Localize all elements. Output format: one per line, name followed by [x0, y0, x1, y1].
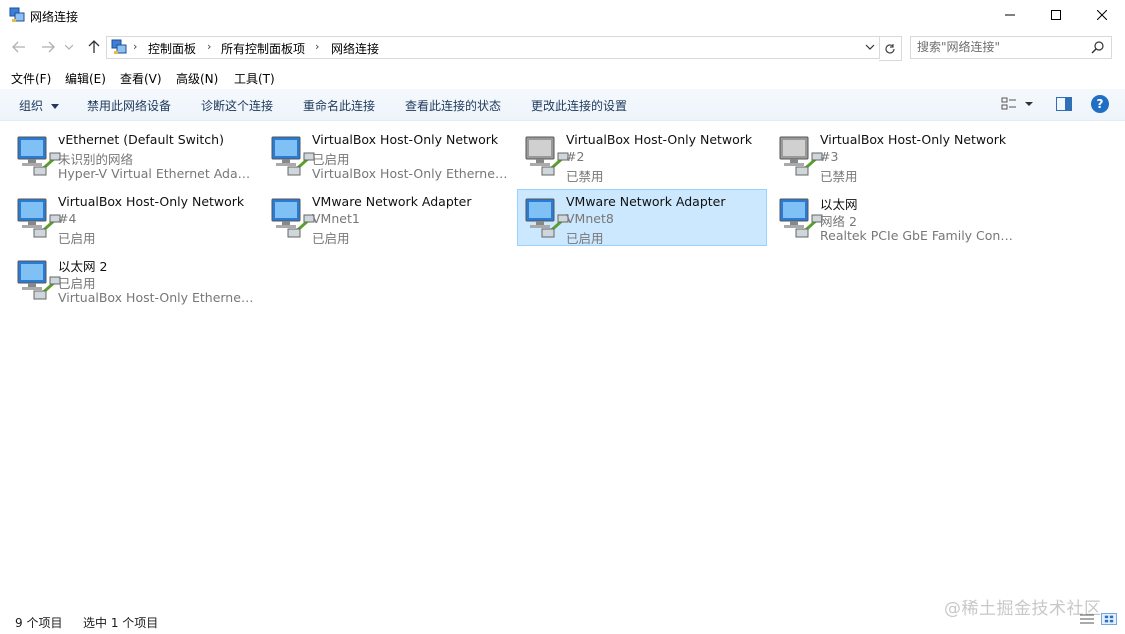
- connection-device: 已启用: [312, 231, 350, 246]
- diagnose-button[interactable]: 诊断这个连接: [201, 97, 273, 114]
- details-view-icon[interactable]: [1079, 613, 1095, 625]
- chevron-down-icon: [65, 44, 73, 50]
- connection-status: VMnet1: [312, 211, 360, 226]
- view-dropdown-icon[interactable]: [1024, 99, 1034, 109]
- breadcrumb-separator-icon: ›: [315, 40, 320, 53]
- control-panel-icon: [111, 39, 127, 54]
- connection-status: #4: [58, 211, 77, 226]
- connection-item[interactable]: VirtualBox Host-Only Network 已启用 VirtualBo…: [263, 127, 513, 184]
- menu-view[interactable]: 查看(V): [120, 70, 162, 87]
- disable-device-button[interactable]: 禁用此网络设备: [87, 97, 171, 114]
- network-adapter-icon: [271, 136, 315, 176]
- maximize-icon: [1051, 10, 1061, 20]
- connection-status: #2: [566, 149, 585, 164]
- network-adapter-disabled-icon: [779, 136, 823, 176]
- navigation-bar: › 控制面板 › 所有控制面板项 › 网络连接: [0, 33, 1125, 61]
- connection-device: VirtualBox Host-Only Ethernet ...: [58, 290, 254, 305]
- address-dropdown-icon[interactable]: [863, 40, 877, 54]
- network-adapter-disabled-icon: [525, 136, 569, 176]
- change-settings-button[interactable]: 更改此连接的设置: [531, 97, 627, 114]
- network-connections-icon: [9, 7, 25, 22]
- title-bar[interactable]: 网络连接: [0, 0, 1125, 32]
- network-adapter-icon: [17, 260, 61, 300]
- connection-status: #3: [820, 149, 839, 164]
- close-button[interactable]: [1079, 0, 1125, 30]
- rename-button[interactable]: 重命名此连接: [303, 97, 375, 114]
- organize-button[interactable]: 组织: [19, 97, 59, 114]
- forward-button[interactable]: [38, 37, 58, 57]
- connection-item[interactable]: VirtualBox Host-Only Network #4 已启用: [9, 189, 259, 246]
- connection-item[interactable]: VMware Network Adapter VMnet8 已启用: [517, 189, 767, 246]
- connections-view: vEthernet (Default Switch) 未识别的网络 Hyper-V …: [0, 121, 1125, 606]
- refresh-icon: [885, 43, 895, 54]
- view-status-button[interactable]: 查看此连接的状态: [405, 97, 501, 114]
- breadcrumb-separator-icon: ›: [207, 40, 212, 53]
- arrow-right-icon: [42, 41, 55, 53]
- search-box[interactable]: [910, 36, 1112, 59]
- menu-bar: 文件(F) 编辑(E) 查看(V) 高级(N) 工具(T): [0, 67, 1125, 87]
- breadcrumb-network-connections[interactable]: 网络连接: [331, 40, 379, 57]
- item-count: 9 个项目: [15, 616, 63, 630]
- connection-item[interactable]: VMware Network Adapter VMnet1 已启用: [263, 189, 513, 246]
- large-icons-view-icon[interactable]: [1101, 613, 1117, 625]
- maximize-button[interactable]: [1033, 0, 1079, 30]
- network-adapter-icon: [17, 198, 61, 238]
- breadcrumb-control-panel[interactable]: 控制面板: [148, 40, 196, 57]
- connection-device: Hyper-V Virtual Ethernet Adap...: [58, 166, 254, 181]
- connection-device: 已启用: [58, 231, 96, 246]
- change-view-icon[interactable]: [1001, 97, 1017, 111]
- connection-device: 已启用: [566, 231, 604, 246]
- search-icon: [1091, 41, 1104, 54]
- menu-advanced[interactable]: 高级(N): [176, 70, 218, 87]
- connection-status: VMnet8: [566, 211, 614, 226]
- preview-pane-icon[interactable]: [1056, 97, 1072, 111]
- breadcrumb-separator-icon: ›: [133, 40, 138, 53]
- connection-item[interactable]: VirtualBox Host-Only Network #2 已禁用: [517, 127, 767, 184]
- connection-item[interactable]: vEthernet (Default Switch) 未识别的网络 Hyper-V …: [9, 127, 259, 184]
- chevron-down-icon: [50, 103, 59, 109]
- organize-label: 组织: [19, 99, 44, 113]
- network-adapter-icon: [271, 198, 315, 238]
- watermark: @稀土掘金技术社区: [944, 599, 1102, 619]
- breadcrumb-all-items[interactable]: 所有控制面板项: [221, 40, 305, 57]
- connection-name: VirtualBox Host-Only Network: [566, 132, 753, 147]
- minimize-button[interactable]: [987, 0, 1033, 30]
- address-bar[interactable]: › 控制面板 › 所有控制面板项 › 网络连接: [106, 36, 880, 59]
- connection-device: 已禁用: [566, 169, 604, 184]
- help-icon[interactable]: ?: [1091, 95, 1109, 113]
- network-adapter-icon: [17, 136, 61, 176]
- window-title: 网络连接: [30, 10, 79, 24]
- close-icon: [1097, 10, 1107, 20]
- arrow-left-icon: [12, 41, 25, 53]
- command-bar: 组织 禁用此网络设备 诊断这个连接 重命名此连接 查看此连接的状态 更改此连接的…: [0, 89, 1125, 121]
- search-input[interactable]: [917, 39, 1083, 55]
- connection-name: VirtualBox Host-Only Network: [58, 194, 245, 209]
- selected-count: 选中 1 个项目: [83, 616, 159, 630]
- connection-item[interactable]: 以太网 2 已启用 VirtualBox Host-Only Ethernet ..…: [9, 251, 259, 308]
- menu-file[interactable]: 文件(F): [11, 70, 51, 87]
- connection-name: VMware Network Adapter: [566, 194, 726, 209]
- connection-item[interactable]: 以太网 网络 2 Realtek PCIe GbE Family Contr...: [771, 189, 1021, 246]
- arrow-up-icon: [88, 40, 100, 53]
- minimize-icon: [1005, 14, 1015, 16]
- connection-name: VirtualBox Host-Only Network: [312, 132, 499, 147]
- recent-locations-button[interactable]: [63, 37, 75, 57]
- connection-item[interactable]: VirtualBox Host-Only Network #3 已禁用: [771, 127, 1021, 184]
- connection-device: 已禁用: [820, 169, 858, 184]
- connection-name: VirtualBox Host-Only Network: [820, 132, 1007, 147]
- network-adapter-icon: [525, 198, 569, 238]
- network-adapter-icon: [779, 198, 823, 238]
- connection-device: Realtek PCIe GbE Family Contr...: [820, 228, 1016, 243]
- menu-tools[interactable]: 工具(T): [234, 70, 275, 87]
- connection-name: vEthernet (Default Switch): [58, 132, 224, 147]
- back-button[interactable]: [9, 37, 29, 57]
- connection-device: VirtualBox Host-Only Ethernet ...: [312, 166, 508, 181]
- connection-name: VMware Network Adapter: [312, 194, 472, 209]
- up-button[interactable]: [84, 37, 104, 57]
- menu-edit[interactable]: 编辑(E): [65, 70, 106, 87]
- refresh-button[interactable]: [879, 36, 902, 61]
